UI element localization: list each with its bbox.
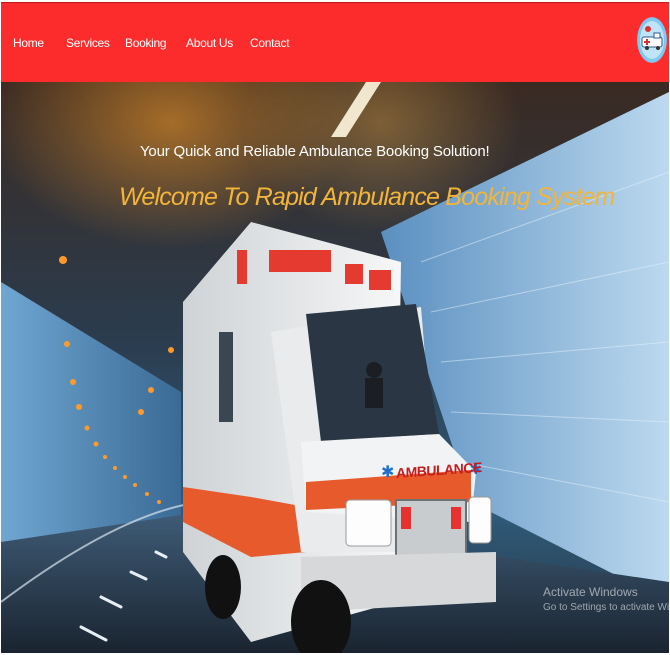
hero-tagline: Your Quick and Reliable Ambulance Bookin… — [140, 143, 490, 160]
hero-background-image: ✱ ✱ — [1, 82, 669, 653]
nav-booking-link[interactable]: Booking — [125, 36, 167, 50]
hero-welcome-heading: Welcome To Rapid Ambulance Booking Syste… — [119, 183, 616, 211]
hero-section: ✱ ✱ AMBULANCE Your Quick and Reliable Am… — [1, 82, 669, 653]
nav-services-link[interactable]: Services — [66, 36, 110, 50]
navbar: Home Services Booking About Us Contact — [1, 2, 669, 82]
nav-about-link[interactable]: About Us — [186, 36, 233, 50]
ambulance-logo-icon[interactable] — [637, 17, 667, 63]
nav-home-link[interactable]: Home — [13, 36, 44, 50]
watermark-title: Activate Windows — [543, 585, 638, 599]
activate-windows-watermark: Activate Windows Go to Settings to activ… — [543, 584, 669, 616]
nav-contact-link[interactable]: Contact — [250, 36, 290, 50]
svg-text:✱: ✱ — [381, 462, 394, 481]
watermark-subtitle: Go to Settings to activate Windows. — [543, 602, 669, 613]
